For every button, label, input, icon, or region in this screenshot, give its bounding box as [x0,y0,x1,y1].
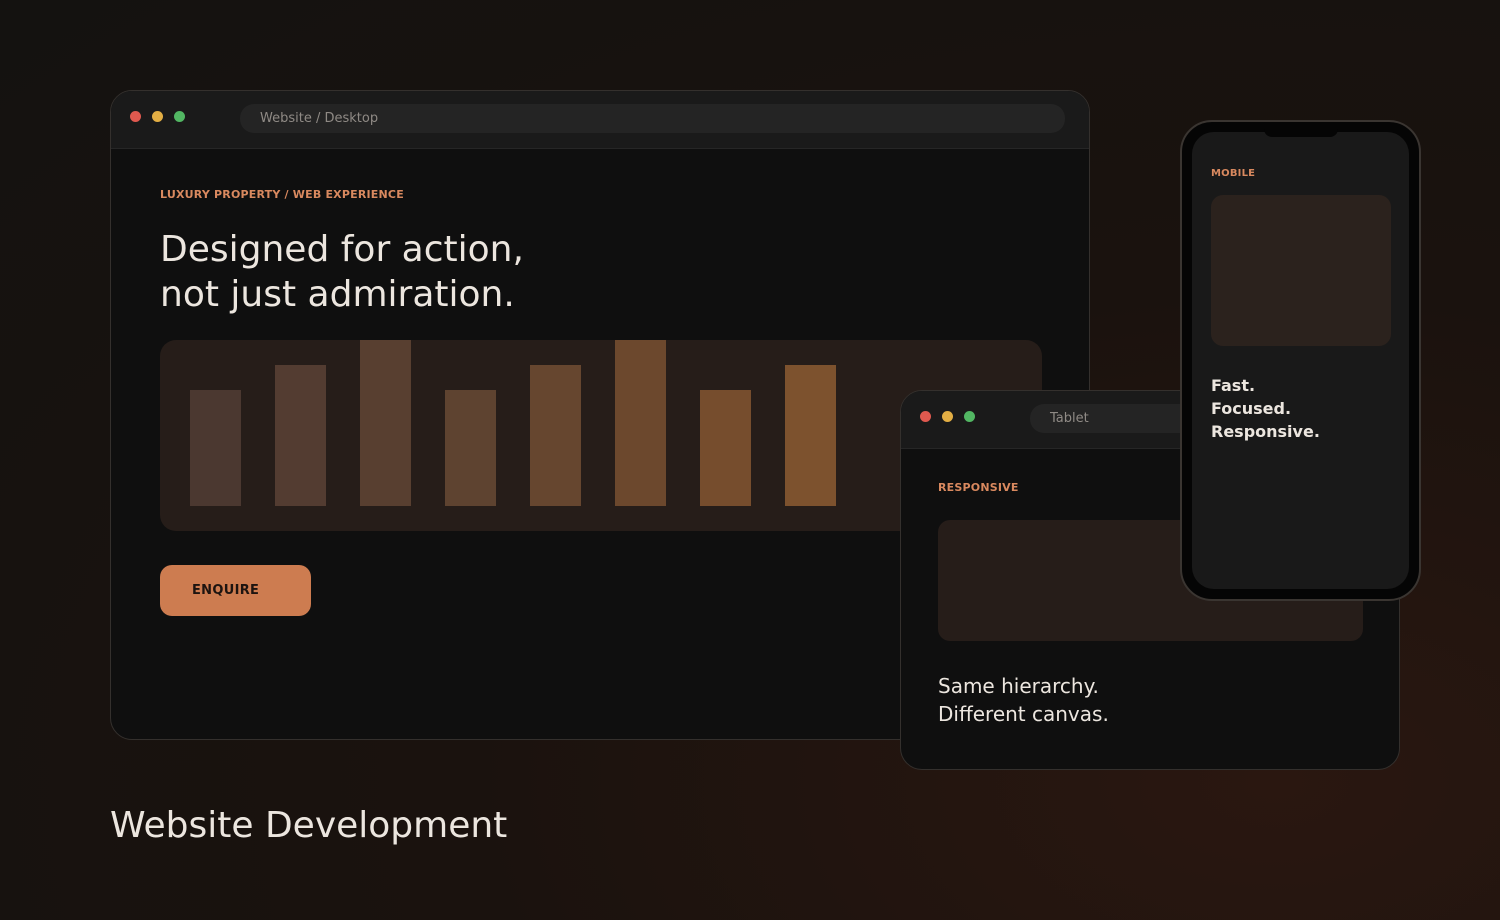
phone-notch [1264,128,1338,137]
close-dot-icon[interactable] [920,411,931,422]
phone-device: MOBILE Fast. Focused. Responsive. [1180,120,1421,601]
tablet-copy: Same hierarchy. Different canvas. [938,672,1109,728]
phone-copy: Fast. Focused. Responsive. [1211,374,1320,443]
chart-bar-3 [360,340,411,506]
minimize-dot-icon[interactable] [942,411,953,422]
chart-bar-5 [530,365,581,506]
chart-bar-8 [785,365,836,506]
tablet-eyebrow: RESPONSIVE [938,481,1019,494]
phone-copy-line-1: Fast. [1211,376,1256,395]
desktop-address-bar[interactable]: Website / Desktop [240,104,1065,133]
chart-bar-6 [615,340,666,506]
phone-screen: MOBILE Fast. Focused. Responsive. [1192,132,1409,589]
chart-bar-1 [190,390,241,506]
close-dot-icon[interactable] [130,111,141,122]
tablet-copy-line-1: Same hierarchy. [938,674,1099,698]
tablet-copy-line-2: Different canvas. [938,702,1109,726]
phone-image-placeholder [1211,195,1391,346]
chart-bar-2 [275,365,326,506]
maximize-dot-icon[interactable] [174,111,185,122]
phone-copy-line-2: Focused. [1211,399,1292,418]
phone-eyebrow: MOBILE [1211,168,1256,179]
minimize-dot-icon[interactable] [152,111,163,122]
chart-bar-7 [700,390,751,506]
maximize-dot-icon[interactable] [964,411,975,422]
desktop-eyebrow: LUXURY PROPERTY / WEB EXPERIENCE [160,188,404,201]
desktop-headline: Designed for action, not just admiration… [160,227,524,317]
headline-line-1: Designed for action, [160,229,524,270]
phone-copy-line-3: Responsive. [1211,422,1320,441]
desktop-titlebar: Website / Desktop [111,91,1089,149]
headline-line-2: not just admiration. [160,274,515,315]
chart-bar-4 [445,390,496,506]
enquire-button[interactable]: ENQUIRE [160,565,311,616]
page-caption: Website Development [110,805,508,846]
